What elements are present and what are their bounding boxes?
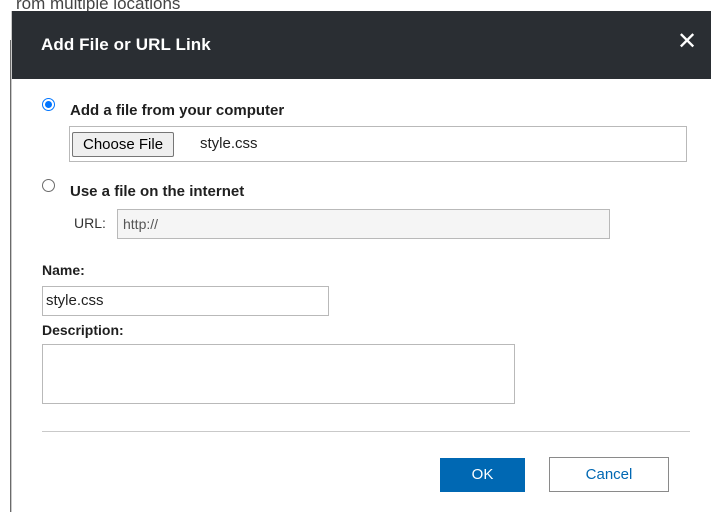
ok-button[interactable]: OK <box>440 458 525 492</box>
radio-file-on-internet[interactable] <box>42 179 55 192</box>
cancel-button[interactable]: Cancel <box>549 457 669 492</box>
url-label: URL: <box>74 215 106 231</box>
option-file-on-internet-label[interactable]: Use a file on the internet <box>70 183 244 200</box>
name-label: Name: <box>42 262 85 278</box>
url-input[interactable]: http:// <box>117 209 610 239</box>
dialog-title: Add File or URL Link <box>41 35 211 54</box>
selected-file-name: style.css <box>200 135 258 152</box>
divider <box>42 431 690 432</box>
name-input[interactable]: style.css <box>42 286 329 316</box>
close-icon[interactable]: ✕ <box>674 29 700 55</box>
radio-file-from-computer[interactable] <box>42 98 55 111</box>
dialog-titlebar: Add File or URL Link ✕ <box>12 11 711 79</box>
option-file-from-computer-label[interactable]: Add a file from your computer <box>70 102 284 119</box>
file-picker-field: Choose File style.css <box>69 126 687 162</box>
add-file-dialog: Add File or URL Link ✕ Add a file from y… <box>11 11 711 512</box>
description-label: Description: <box>42 322 124 338</box>
choose-file-button[interactable]: Choose File <box>72 132 175 157</box>
description-textarea[interactable] <box>42 344 515 404</box>
page: rom multiple locations Add File or URL L… <box>0 0 711 512</box>
